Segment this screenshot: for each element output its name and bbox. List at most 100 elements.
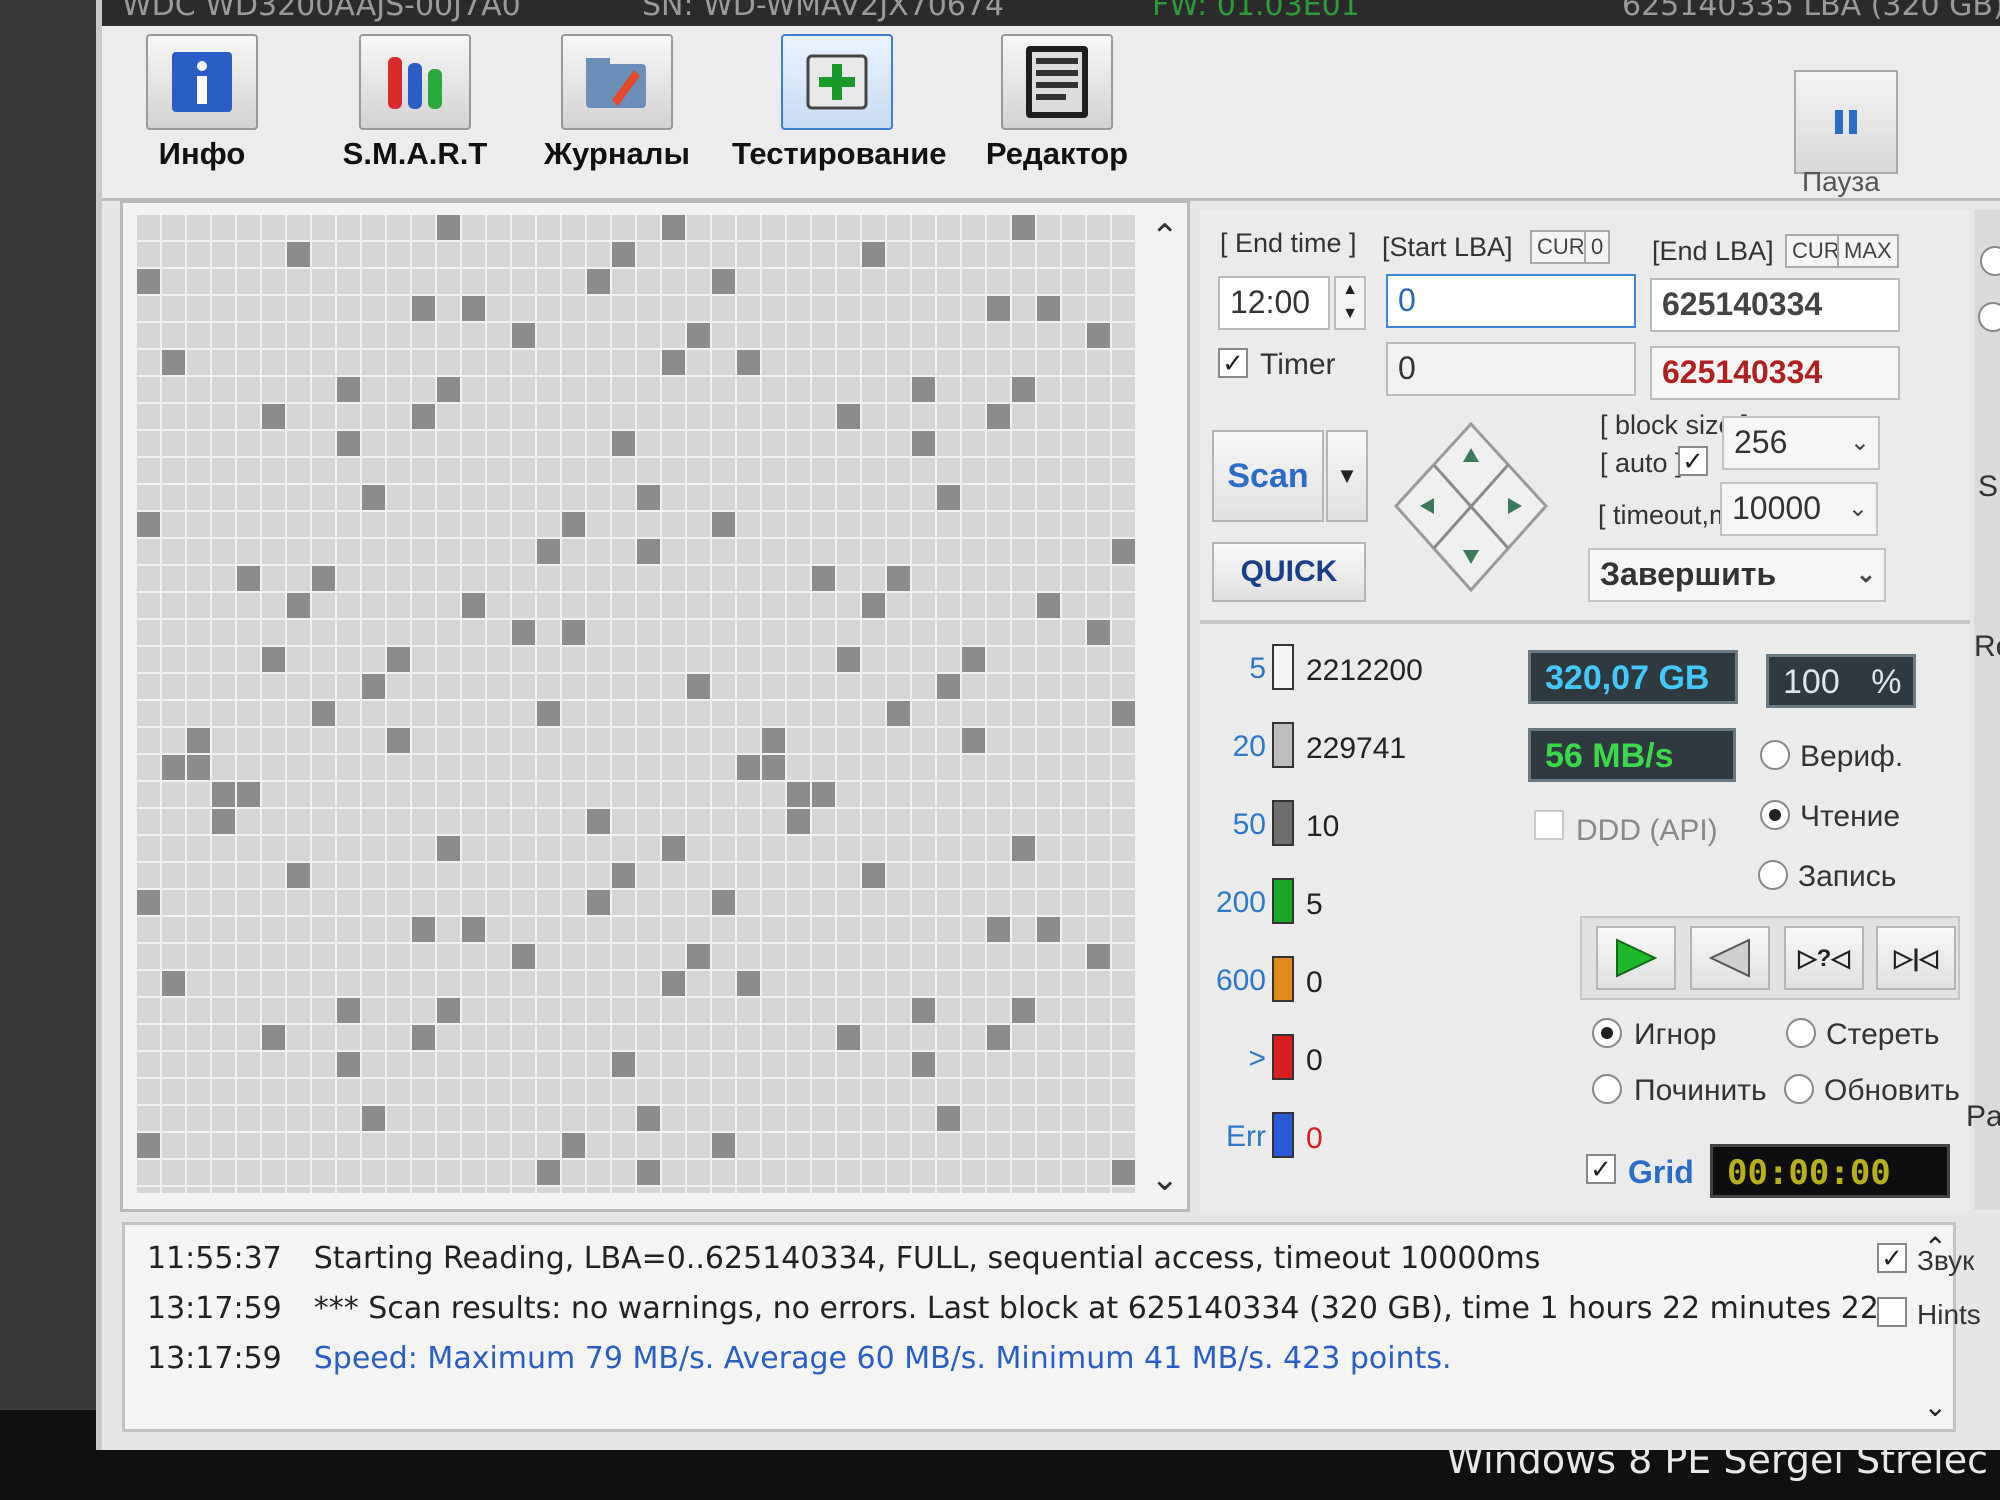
scan-block-slow [262, 647, 285, 672]
tab-editor[interactable]: Редактор [982, 34, 1132, 172]
scan-block-slow [612, 1052, 635, 1077]
map-scroll-down-icon[interactable]: ⌄ [1151, 1159, 1180, 1199]
scan-block-slow [262, 404, 285, 429]
sleep-button[interactable]: Slee [1978, 470, 2000, 504]
side-radio-a[interactable] [1980, 246, 2000, 276]
victoria-window: WDC WD3200AAJS-00J7A0 SN: WD-WMAV2JX7067… [96, 0, 2000, 1450]
scan-block-slow [787, 782, 810, 807]
auto-block-checkbox[interactable]: ✓ [1678, 446, 1708, 476]
start-lba-cur-button[interactable]: CUR [1530, 230, 1592, 264]
end-time-input[interactable]: 12:00 [1218, 276, 1330, 330]
play-button[interactable] [1596, 926, 1676, 990]
legend-row: 20 229741 [1204, 718, 1474, 774]
scan-block-slow [162, 971, 185, 996]
tab-info[interactable]: Инфо [122, 34, 282, 172]
pause-button[interactable] [1794, 70, 1898, 174]
scan-block-slow [637, 485, 660, 510]
elapsed-timer-display: 00:00:00 [1710, 1144, 1950, 1198]
block-size-select[interactable]: 256 ⌄ [1722, 416, 1880, 470]
quick-button[interactable]: QUICK [1212, 542, 1366, 602]
ignore-radio[interactable] [1592, 1018, 1622, 1048]
scan-block-slow [462, 296, 485, 321]
start-lba-input[interactable]: 0 [1386, 274, 1636, 328]
scan-block-slow [612, 863, 635, 888]
log-message: *** Scan results: no warnings, no errors… [313, 1291, 1908, 1326]
pause-icon [1835, 110, 1857, 134]
scan-block-slow [812, 566, 835, 591]
start-lba-zero-button[interactable]: 0 [1584, 230, 1611, 264]
scan-block-slow [787, 809, 810, 834]
legend-count: 229741 [1306, 732, 1407, 765]
scan-block-slow [712, 1133, 735, 1158]
test-control-panel: [ End time ] [Start LBA] CUR 0 [End LBA]… [1200, 210, 1970, 1210]
side-radio-p[interactable] [1978, 302, 2000, 332]
timeout-value: 10000 [1732, 490, 1821, 526]
read-radio[interactable] [1760, 800, 1790, 830]
refresh-label: Обновить [1824, 1074, 1960, 1107]
scan-block-slow [387, 647, 410, 672]
tab-testing-label: Тестирование [732, 136, 947, 171]
butterfly-button[interactable]: ▷|◁ [1876, 926, 1956, 990]
drive-model: WDC WD3200AAJS-00J7A0 [122, 0, 521, 23]
scan-block-slow [287, 242, 310, 267]
legend-threshold: 5 [1249, 652, 1266, 685]
random-seek-button[interactable]: ▷?◁ [1784, 926, 1864, 990]
scan-block-slow [912, 998, 935, 1023]
scan-button[interactable]: Scan [1212, 430, 1324, 522]
write-label: Запись [1798, 860, 1897, 893]
rewind-button[interactable] [1690, 926, 1770, 990]
scan-block-slow [837, 404, 860, 429]
scan-block-slow [612, 431, 635, 456]
recal-button[interactable]: Reca [1974, 630, 2000, 664]
scan-block-slow [212, 809, 235, 834]
hints-checkbox[interactable] [1877, 1297, 1907, 1327]
scan-block-slow [1112, 539, 1135, 564]
grid-checkbox[interactable]: ✓ [1586, 1154, 1616, 1184]
legend-swatch [1272, 800, 1294, 846]
scan-block-slow [137, 890, 160, 915]
refresh-radio[interactable] [1784, 1074, 1814, 1104]
verify-radio[interactable] [1760, 740, 1790, 770]
scan-block-slow [437, 215, 460, 240]
scan-block-slow [862, 863, 885, 888]
scan-block-slow [862, 242, 885, 267]
repair-radio[interactable] [1592, 1074, 1622, 1104]
map-scroll-up-icon[interactable]: ⌃ [1151, 217, 1180, 257]
end-lba-input[interactable]: 625140334 [1650, 278, 1900, 332]
scan-block-slow [987, 1025, 1010, 1050]
scan-block-slow [362, 674, 385, 699]
passport-button[interactable]: Passp [1966, 1100, 2000, 1134]
erase-radio[interactable] [1786, 1018, 1816, 1048]
speed-display: 56 MB/s [1528, 728, 1736, 782]
ddd-api-checkbox[interactable] [1534, 810, 1564, 840]
scan-block-slow [412, 917, 435, 942]
scan-block-slow [662, 836, 685, 861]
log-time: 13:17:59 [147, 1291, 282, 1326]
tab-logs[interactable]: Журналы [532, 34, 702, 172]
scan-block-slow [162, 350, 185, 375]
scan-grid-panel: ⌃ ⌄ [120, 200, 1190, 1212]
finish-action-select[interactable]: Завершить ⌄ [1588, 548, 1886, 602]
block-size-value: 256 [1734, 424, 1788, 460]
scan-options-dropdown[interactable]: ▼ [1326, 430, 1368, 522]
scan-block-slow [687, 944, 710, 969]
scan-block-slow [212, 782, 235, 807]
tab-info-label: Инфо [158, 136, 246, 171]
scan-block-slow [287, 593, 310, 618]
timeout-select[interactable]: 10000 ⌄ [1720, 482, 1878, 536]
legend-swatch [1272, 878, 1294, 924]
sound-checkbox[interactable]: ✓ [1877, 1243, 1907, 1273]
scan-block-slow [387, 728, 410, 753]
log-scroll-down-icon[interactable]: ⌄ [1924, 1390, 1947, 1423]
end-time-spinner-icon[interactable]: ▲ ▼ [1334, 276, 1366, 330]
scan-block-slow [812, 782, 835, 807]
write-radio[interactable] [1758, 860, 1788, 890]
tab-smart[interactable]: S.M.A.R.T [320, 34, 510, 172]
direction-pad-icon[interactable] [1386, 418, 1556, 598]
scan-block-slow [837, 1025, 860, 1050]
timer-checkbox[interactable]: ✓ [1218, 348, 1248, 378]
scan-block-slow [1087, 620, 1110, 645]
end-lba-max-button[interactable]: MAX [1837, 234, 1899, 268]
tab-testing[interactable]: Тестирование [732, 34, 947, 172]
log-message: Speed: Maximum 79 MB/s. Average 60 MB/s.… [313, 1341, 1452, 1376]
